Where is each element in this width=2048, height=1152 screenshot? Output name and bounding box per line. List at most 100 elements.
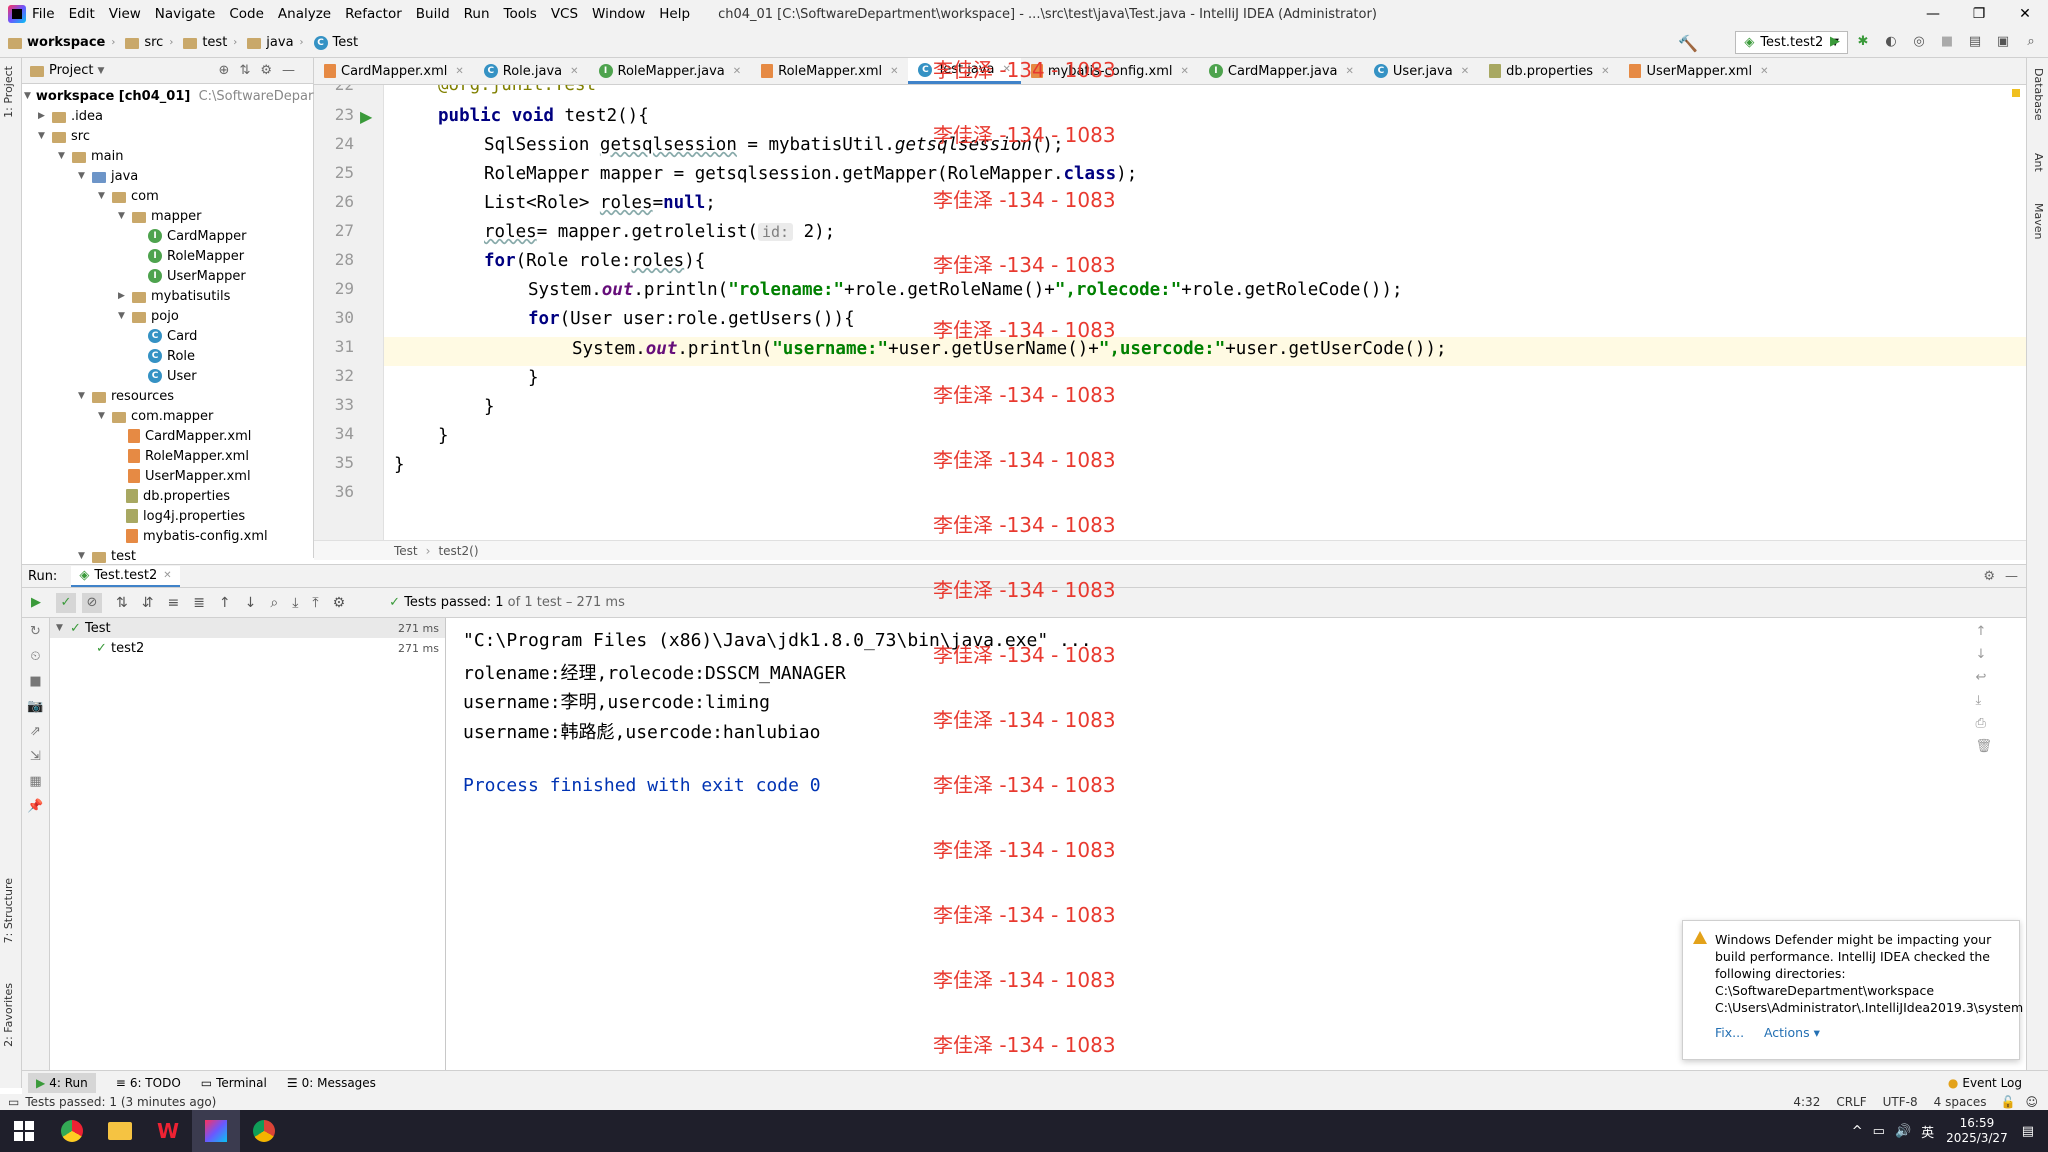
rerun-icon[interactable]: ▶ (22, 595, 50, 610)
file-explorer-icon[interactable] (96, 1110, 144, 1152)
toggle-auto-test-icon[interactable]: ⏲ (30, 649, 40, 664)
run-icon[interactable]: ▶ (1826, 32, 1844, 50)
tab-role-java[interactable]: C Role.java ✕ (474, 58, 589, 84)
tree-node[interactable]: ▼ main (22, 146, 313, 166)
close-icon[interactable]: ✕ (570, 66, 578, 77)
lock-icon[interactable]: 🔓 (2001, 1095, 2016, 1109)
menu-edit[interactable]: Edit (69, 6, 95, 22)
crumb-java[interactable]: java › (247, 35, 309, 50)
project-structure-icon[interactable]: ▤ (1966, 32, 1984, 50)
tree-node[interactable]: C User (22, 366, 313, 386)
intellij-taskbar-icon[interactable] (192, 1110, 240, 1152)
stop-icon[interactable]: ■ (1938, 32, 1956, 50)
chrome-icon[interactable] (240, 1110, 288, 1152)
debug-icon[interactable]: ✱ (1854, 32, 1872, 50)
pin-icon[interactable]: 📌 (27, 799, 43, 814)
trash-icon[interactable]: 🗑 (1975, 739, 1992, 754)
tree-node[interactable]: db.properties (22, 486, 313, 506)
tree-node[interactable]: mybatis-config.xml (22, 526, 313, 546)
menu-help[interactable]: Help (659, 6, 690, 22)
clock-date[interactable]: 2025/3/27 (1946, 1131, 2008, 1146)
layout-icon[interactable]: ▦ (29, 774, 41, 789)
tree-node[interactable]: ▼ workspace [ch04_01] C:\SoftwareDepartme… (22, 86, 352, 106)
project-view-selector[interactable]: Project (49, 63, 93, 78)
import-icon[interactable]: ⇲ (30, 749, 41, 764)
test-node[interactable]: ▼ ✓ Test 271 ms (50, 618, 445, 638)
tree-node[interactable]: I RoleMapper (22, 246, 313, 266)
stop-icon[interactable]: ■ (29, 674, 41, 689)
tree-node[interactable]: ▼ com (22, 186, 313, 206)
inspector-icon[interactable]: ☺ (2025, 1095, 2038, 1109)
menu-vcs[interactable]: VCS (551, 6, 578, 22)
project-tool-tab[interactable]: 1: Project (2, 66, 15, 118)
database-tool-tab[interactable]: Database (2032, 68, 2045, 121)
gear-icon[interactable]: ⚙ (1983, 569, 1995, 584)
soft-wrap-icon[interactable]: ↩ (1975, 670, 1992, 685)
tree-node[interactable]: RoleMapper.xml (22, 446, 313, 466)
restore-button[interactable]: ❐ (1956, 0, 2002, 28)
tray-expand-icon[interactable]: ^ (1852, 1124, 1863, 1139)
close-icon[interactable]: ✕ (1181, 66, 1189, 77)
menu-refactor[interactable]: Refactor (345, 6, 402, 22)
close-icon[interactable]: ✕ (733, 66, 741, 77)
menu-view[interactable]: View (109, 6, 141, 22)
breadcrumb-method[interactable]: test2() (438, 544, 478, 558)
menu-analyze[interactable]: Analyze (278, 6, 331, 22)
ime-indicator[interactable]: 英 (1921, 1122, 1934, 1141)
tree-node[interactable]: CardMapper.xml (22, 426, 313, 446)
favorites-tool-tab[interactable]: 2: Favorites (2, 983, 15, 1047)
inspection-indicator[interactable] (2012, 89, 2020, 97)
close-icon[interactable]: ✕ (1461, 66, 1469, 77)
tree-node[interactable]: log4j.properties (22, 506, 313, 526)
wps-office-icon[interactable]: W (144, 1110, 192, 1152)
menu-build[interactable]: Build (416, 6, 450, 22)
status-panel-icon[interactable]: ▭ (8, 1095, 19, 1109)
code-editor[interactable]: 22 23 24 25 26 27 28 29 30 31 32 33 34 3… (314, 85, 2026, 540)
maven-tool-tab[interactable]: Maven (2032, 203, 2045, 239)
tab-db-properties[interactable]: db.properties ✕ (1479, 58, 1619, 84)
dump-threads-icon[interactable]: 📷 (27, 699, 43, 714)
tab-user-java[interactable]: C User.java ✕ (1364, 58, 1479, 84)
close-window-button[interactable]: ✕ (2002, 0, 2048, 28)
menu-file[interactable]: File (32, 6, 55, 22)
close-icon[interactable]: ✕ (163, 570, 171, 581)
close-icon[interactable]: ✕ (1760, 66, 1768, 77)
scroll-to-end-icon[interactable]: ⤓ (1975, 693, 1992, 708)
crumb-test[interactable]: test › (183, 35, 243, 50)
profile-icon[interactable]: ◎ (1910, 32, 1928, 50)
windows-start-icon[interactable] (0, 1110, 48, 1152)
tab-rolemapper-xml[interactable]: RoleMapper.xml ✕ (751, 58, 908, 84)
crumb-src[interactable]: src › (125, 35, 179, 50)
breadcrumb-class[interactable]: Test (394, 544, 418, 558)
layout-icon[interactable]: ▣ (1994, 32, 2012, 50)
tree-node[interactable]: ▼ com.mapper (22, 406, 313, 426)
close-icon[interactable]: ✕ (1346, 66, 1354, 77)
menu-window[interactable]: Window (592, 6, 645, 22)
tree-node[interactable]: ▼ src (22, 126, 313, 146)
tree-node[interactable]: UserMapper.xml (22, 466, 313, 486)
menu-run[interactable]: Run (464, 6, 490, 22)
minimize-button[interactable]: — (1910, 0, 1956, 28)
tree-node[interactable]: ▼ resources (22, 386, 313, 406)
tree-node[interactable]: I CardMapper (22, 226, 313, 246)
export-icon[interactable]: ⇗ (30, 724, 41, 739)
menu-navigate[interactable]: Navigate (155, 6, 216, 22)
run-tab[interactable]: ◈ Test.test2 ✕ (71, 565, 180, 587)
test-node[interactable]: ✓ test2 271 ms (50, 638, 445, 658)
coverage-icon[interactable]: ◐ (1882, 32, 1900, 50)
close-icon[interactable]: ✕ (890, 66, 898, 77)
structure-tool-tab[interactable]: 7: Structure (2, 878, 15, 943)
caret-position[interactable]: 4:32 (1793, 1095, 1820, 1109)
actions-link[interactable]: Actions ▾ (1764, 1025, 1820, 1040)
tab-cardmapper-xml[interactable]: CardMapper.xml ✕ (314, 58, 474, 84)
tree-node[interactable]: ▶ .idea (22, 106, 313, 126)
tree-node[interactable]: I UserMapper (22, 266, 313, 286)
print-icon[interactable]: ⎙ (1975, 716, 1992, 731)
tab-cardmapper-java[interactable]: I CardMapper.java ✕ (1199, 58, 1364, 84)
tab-rolemapper-java[interactable]: I RoleMapper.java ✕ (589, 58, 752, 84)
messages-tool-tab[interactable]: ☰ 0: Messages (287, 1076, 376, 1090)
line-separator[interactable]: CRLF (1836, 1095, 1866, 1109)
sort-filter-icons[interactable]: ⇅⇵≡≣↑↓⌕⤓⤒⚙ (116, 595, 359, 611)
rerun-failed-icon[interactable]: ↻ (30, 624, 41, 639)
scroll-up-icon[interactable]: ↑ (1975, 624, 1992, 639)
